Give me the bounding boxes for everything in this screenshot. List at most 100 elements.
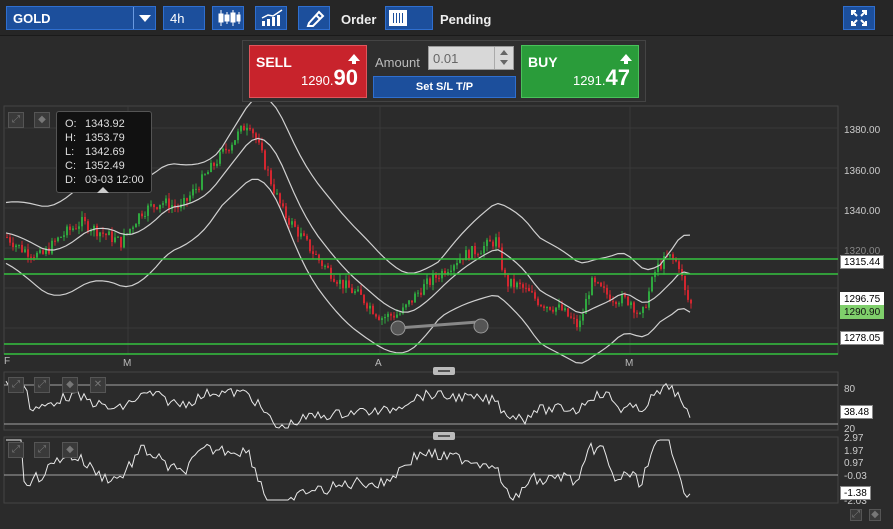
candle-body [531, 291, 533, 293]
candle-body [411, 300, 413, 303]
candle-body [312, 251, 314, 254]
candle-body [516, 282, 518, 288]
close-value: 1352.49 [85, 160, 125, 172]
trade-panel: SELL 1290.90 Amount Set S/L T/P BUY 1291… [242, 40, 646, 102]
candle-body [684, 276, 686, 291]
candle-body [528, 287, 530, 292]
candle-body [612, 301, 614, 303]
indicator2-tick: -0.03 [844, 471, 867, 482]
candle-body [150, 204, 152, 206]
candle-body [492, 241, 494, 247]
candle-body [132, 227, 134, 229]
expand-icon[interactable]: ⤢ [34, 442, 50, 458]
candle-body [231, 144, 233, 151]
candle-body [540, 304, 542, 307]
close-icon[interactable]: ✕ [90, 377, 106, 393]
candle-body [267, 169, 269, 171]
expand-icon[interactable]: ⤢ [8, 377, 24, 393]
candle-body [87, 221, 89, 232]
candle-body [678, 261, 680, 270]
candle-body [690, 299, 692, 304]
settings-icon[interactable]: ◆ [34, 112, 50, 128]
candle-body [357, 289, 359, 292]
candle-body [315, 253, 317, 255]
candle-body [579, 320, 581, 328]
candle-body [627, 296, 629, 306]
pane-resize-handle[interactable] [433, 432, 455, 440]
candle-body [549, 306, 551, 310]
candle-body [405, 304, 407, 308]
candle-body [573, 317, 575, 319]
candle-body [195, 188, 197, 190]
candle-body [63, 235, 65, 237]
candle-body [414, 293, 416, 303]
candle-body [606, 287, 608, 295]
candle-body [594, 277, 596, 283]
amount-stepper[interactable] [494, 47, 512, 69]
candle-body [480, 253, 482, 255]
candle-body [144, 215, 146, 217]
candle-body [582, 313, 584, 321]
settings-icon[interactable]: ◆ [62, 377, 78, 393]
expand-icon[interactable]: ⤢ [34, 377, 50, 393]
pane-resize-handle[interactable] [433, 367, 455, 375]
candle-body [669, 254, 671, 257]
fullscreen-icon[interactable]: ⤢ [850, 509, 862, 521]
price-tick: 1380.00 [844, 125, 881, 136]
upper-line-price-label: 1315.44 [840, 255, 885, 269]
candle-body [189, 195, 191, 201]
candle-body [513, 278, 515, 288]
candle-body [279, 193, 281, 204]
indicator2-tick: 0.97 [844, 458, 864, 469]
candle-body [147, 205, 149, 216]
candle-body [474, 246, 476, 255]
price-tick: 1360.00 [844, 166, 881, 177]
candle-body [333, 278, 335, 282]
candle-body [273, 184, 275, 194]
candle-body [597, 282, 599, 284]
candle-body [276, 193, 278, 195]
candle-body [552, 309, 554, 312]
candle-body [102, 232, 104, 234]
candle-body [651, 277, 653, 292]
candle-body [285, 206, 287, 219]
sell-button[interactable]: SELL 1290.90 [249, 45, 367, 98]
candle-body [81, 216, 83, 227]
candle-body [453, 265, 455, 271]
candle-body [591, 277, 593, 296]
candle-body [603, 286, 605, 288]
x-axis-label: M [123, 358, 132, 369]
buy-button[interactable]: BUY 1291.47 [521, 45, 639, 98]
candle-body [18, 244, 20, 246]
current-price-label: 1290.90 [840, 305, 885, 319]
lower-line-price-label: 1278.05 [840, 331, 885, 345]
candle-body [24, 249, 26, 253]
expand-icon[interactable]: ⤢ [8, 442, 24, 458]
candle-body [156, 207, 158, 209]
candle-body [84, 216, 86, 222]
candle-body [642, 306, 644, 313]
candle-body [495, 237, 497, 247]
settings-icon[interactable]: ◆ [869, 509, 881, 521]
candle-body [387, 313, 389, 317]
high-row: H: 1353.79 [65, 132, 125, 146]
candle-body [219, 151, 221, 164]
sell-label: SELL [256, 54, 292, 70]
candle-body [468, 250, 470, 260]
candle-body [438, 277, 440, 279]
candle-body [588, 295, 590, 299]
candle-body [396, 314, 398, 318]
candle-body [327, 265, 329, 268]
candle-body [639, 312, 641, 314]
candle-body [456, 262, 458, 266]
candle-body [420, 292, 422, 295]
set-sl-tp-button[interactable]: Set S/L T/P [373, 76, 516, 98]
indicator2-tick: 2.97 [844, 433, 864, 444]
candle-body [399, 313, 401, 315]
candle-body [519, 282, 521, 285]
expand-icon[interactable]: ⤢ [8, 112, 24, 128]
candle-body [108, 231, 110, 236]
candle-body [168, 198, 170, 209]
candle-body [240, 125, 242, 132]
settings-icon[interactable]: ◆ [62, 442, 78, 458]
